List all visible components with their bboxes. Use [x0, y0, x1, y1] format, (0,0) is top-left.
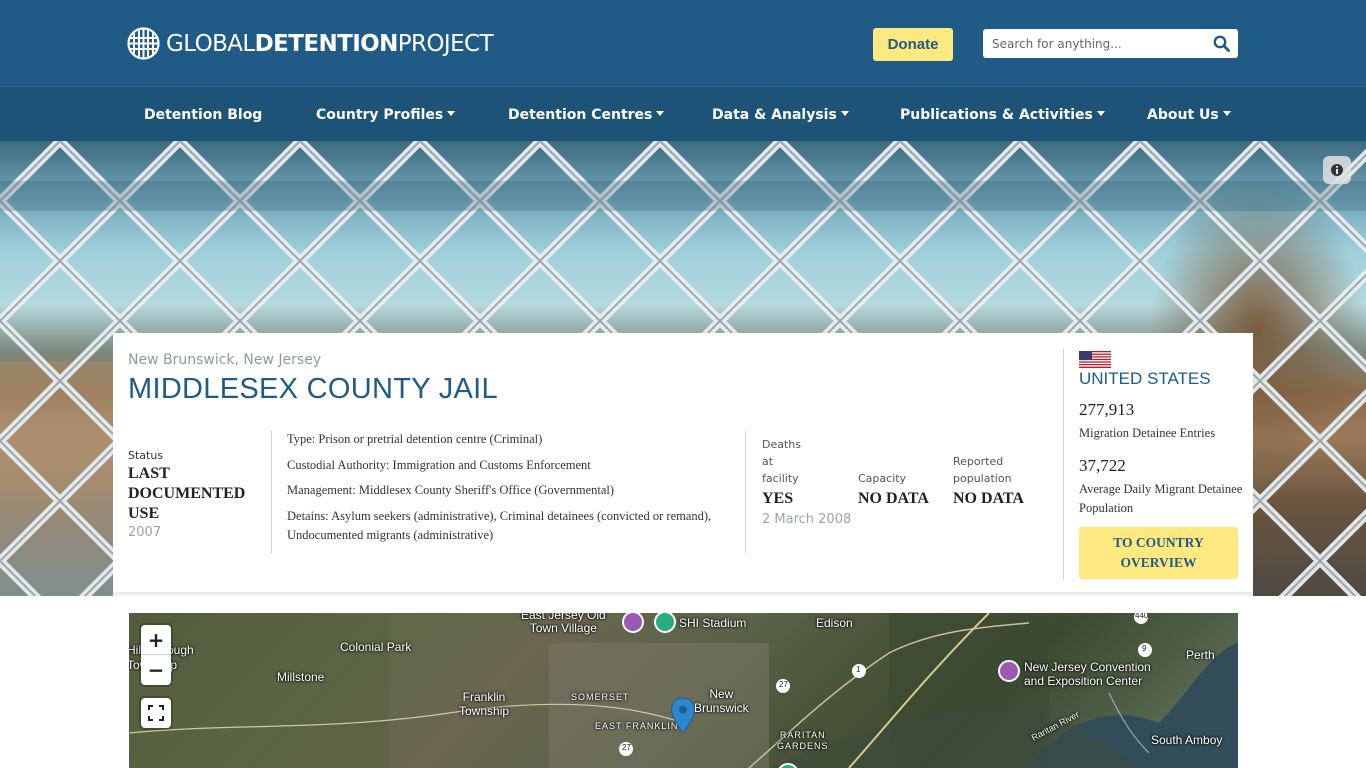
route-440-shield-label: 440	[1135, 613, 1149, 620]
detainee-entries-label: Migration Detainee Entries	[1079, 426, 1216, 440]
population-value: NO DATA	[953, 490, 1024, 507]
caret-down-icon	[1096, 111, 1105, 116]
info-icon	[1331, 164, 1343, 176]
nav-country-profiles[interactable]: Country Profiles	[316, 87, 456, 142]
daily-population-label: Average Daily Migrant Detainee Populatio…	[1079, 482, 1243, 515]
divider	[1063, 349, 1064, 580]
map-label-perth: Perth	[1186, 648, 1215, 662]
caret-down-icon	[447, 111, 456, 116]
nav-about-us[interactable]: About Us	[1147, 87, 1231, 142]
map-label-edison: Edison	[816, 616, 853, 630]
search-box	[983, 29, 1238, 58]
map-label-east-franklin: EAST FRANKLIN	[595, 721, 679, 731]
map-label-somerset: SOMERSET	[571, 692, 630, 702]
status-value: LAST DOCUMENTED USE	[128, 465, 246, 522]
status-year: 2007	[128, 525, 162, 540]
map-label-south-amboy: South Amboy	[1151, 733, 1223, 747]
route-1-shield-label: 1	[856, 665, 861, 674]
logo-prefix: GLOBAL	[166, 30, 255, 57]
site-logo[interactable]: GLOBALDETENTIONPROJECT	[127, 27, 494, 60]
nav-label: Detention Blog	[144, 106, 263, 123]
card-bottom-edge	[113, 592, 1253, 596]
map-label-franklin: Franklin Township	[459, 690, 510, 718]
zoom-in-button[interactable]: +	[141, 625, 171, 655]
status-label: Status	[128, 449, 164, 462]
divider	[271, 431, 272, 553]
nav-label: Data & Analysis	[712, 106, 837, 123]
nav-label: Publications & Activities	[900, 106, 1093, 123]
capacity-value: NO DATA	[858, 490, 929, 507]
globe-icon	[127, 27, 160, 60]
deaths-value: YES	[762, 490, 794, 507]
location-marker-icon[interactable]	[670, 697, 696, 735]
search-icon[interactable]	[1213, 35, 1230, 52]
zoom-out-button[interactable]: −	[141, 655, 171, 685]
nav-label: Country Profiles	[316, 106, 444, 123]
main-nav: Detention Blog Country Profiles Detentio…	[0, 86, 1366, 141]
country-overview-button[interactable]: TO COUNTRY OVERVIEW	[1079, 527, 1238, 579]
map-label-convention-center: New Jersey Convention and Exposition Cen…	[1024, 660, 1151, 688]
management: Management: Middlesex County Sheriff's O…	[287, 483, 615, 497]
map-label-shi-stadium: SHI Stadium	[679, 616, 747, 630]
custodial-authority: Custodial Authority: Immigration and Cus…	[287, 458, 591, 472]
daily-population-value: 37,722	[1079, 456, 1126, 475]
map-label-colonial-park: Colonial Park	[340, 640, 412, 654]
facility-map[interactable]: 27 27 1 9 440 East Jersey Old Town Villa…	[129, 613, 1238, 768]
facility-type: Type: Prison or pretrial detention centr…	[287, 432, 543, 446]
nav-data-analysis[interactable]: Data & Analysis	[712, 87, 849, 142]
us-flag-icon	[1079, 351, 1111, 368]
map-label-raritan-gardens: RARITAN GARDENS	[777, 730, 829, 751]
nav-publications-activities[interactable]: Publications & Activities	[900, 87, 1105, 142]
route-27-shield-label: 27	[622, 743, 631, 752]
deaths-date: 2 March 2008	[762, 512, 852, 527]
nav-label: Detention Centres	[508, 106, 653, 123]
site-header: GLOBALDETENTIONPROJECT Donate	[0, 0, 1366, 86]
caret-down-icon	[1222, 111, 1231, 116]
image-info-button[interactable]	[1323, 156, 1351, 184]
nav-label: About Us	[1147, 106, 1219, 123]
deaths-label: Deaths at facility	[762, 438, 801, 485]
route-27-shield-label: 27	[779, 680, 788, 689]
logo-wordmark: GLOBALDETENTIONPROJECT	[166, 30, 494, 57]
facility-name: MIDDLESEX COUNTY JAIL	[128, 373, 498, 405]
population-label: Reported population	[953, 455, 1012, 485]
logo-suffix: PROJECT	[397, 30, 494, 57]
divider	[745, 431, 746, 553]
donate-button[interactable]: Donate	[873, 28, 953, 61]
nav-detention-centres[interactable]: Detention Centres	[508, 87, 665, 142]
fullscreen-button[interactable]	[141, 698, 171, 728]
capacity-label: Capacity	[858, 472, 907, 485]
zoom-control: + −	[141, 625, 171, 685]
caret-down-icon	[840, 111, 849, 116]
caret-down-icon	[656, 111, 665, 116]
satellite-terrain	[129, 613, 1238, 768]
map-label-east-jersey: East Jersey Old Town Village	[521, 613, 606, 635]
fullscreen-icon	[148, 705, 164, 721]
facility-location: New Brunswick, New Jersey	[128, 352, 322, 368]
route-9-shield-label: 9	[1142, 644, 1147, 653]
country-name[interactable]: UNITED STATES	[1079, 369, 1211, 389]
map-label-new-brunswick: New Brunswick	[694, 687, 749, 715]
detainee-entries-value: 277,913	[1079, 400, 1135, 419]
facility-card: New Brunswick, New Jersey MIDDLESEX COUN…	[113, 333, 1253, 596]
logo-bold: DETENTION	[254, 30, 399, 57]
map-label-millstone: Millstone	[277, 670, 325, 684]
search-input[interactable]	[983, 30, 1203, 57]
nav-detention-blog[interactable]: Detention Blog	[144, 87, 262, 142]
convention-center-poi-icon[interactable]	[998, 660, 1020, 682]
detains: Detains: Asylum seekers (administrative)…	[287, 509, 712, 542]
